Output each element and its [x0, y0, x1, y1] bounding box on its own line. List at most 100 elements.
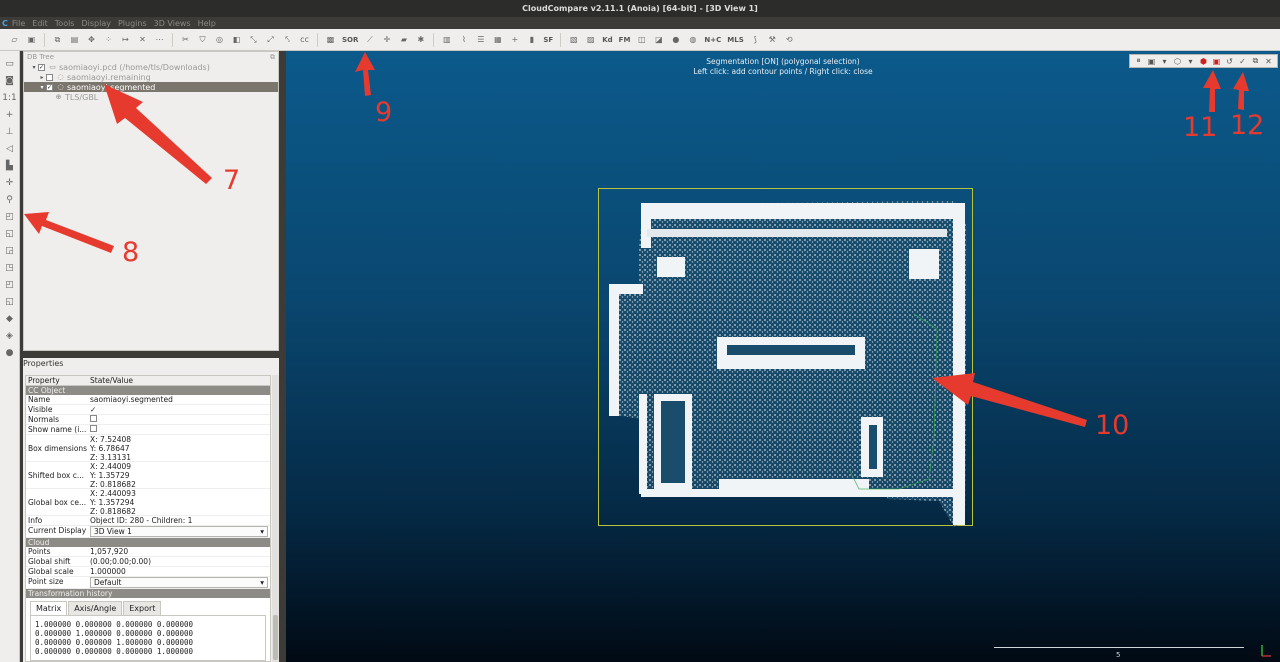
stereo-icon[interactable]: ●	[3, 346, 16, 359]
menu-3d-views[interactable]: 3D Views	[154, 19, 191, 28]
curve-icon[interactable]: ⌇	[457, 33, 470, 46]
grid-icon[interactable]: ▦	[491, 33, 504, 46]
crosshair-icon[interactable]: ✛	[380, 33, 393, 46]
point-cloud[interactable]	[599, 189, 974, 527]
merge-icon[interactable]: ▤	[68, 33, 81, 46]
menu-display[interactable]: Display	[81, 19, 111, 28]
back-view-icon[interactable]: ◳	[3, 261, 16, 274]
layer-icon[interactable]: ◪	[652, 33, 665, 46]
tab-matrix[interactable]: Matrix	[30, 601, 68, 615]
delete-icon[interactable]: ✕	[136, 33, 149, 46]
point-picking-icon[interactable]: ⟋	[363, 33, 376, 46]
scrollbar-thumb[interactable]	[273, 615, 278, 660]
subsample-icon[interactable]: ⁘	[102, 33, 115, 46]
iso1-view-icon[interactable]: ◆	[3, 312, 16, 325]
menu-edit[interactable]: Edit	[32, 19, 48, 28]
fm-button[interactable]: FM	[618, 33, 632, 46]
current-display-select[interactable]: 3D View 1 ▾	[90, 526, 268, 537]
menu-help[interactable]: Help	[198, 19, 216, 28]
sor-filter-button[interactable]: SOR	[341, 33, 359, 46]
load-polyline-icon[interactable]: ▣	[1146, 56, 1157, 67]
translate-icon[interactable]: ✥	[85, 33, 98, 46]
menu-tools[interactable]: Tools	[55, 19, 75, 28]
visibility-checkbox[interactable]	[46, 73, 53, 81]
transformation-matrix[interactable]: 1.000000 0.000000 0.000000 0.000000 0.00…	[30, 615, 266, 661]
zoom-fit-icon[interactable]: ▙	[3, 159, 16, 172]
chevron-right-icon[interactable]: ▸	[38, 74, 46, 81]
segment-icon[interactable]: ✂	[179, 33, 192, 46]
delete-sf-icon[interactable]: ▮	[525, 33, 538, 46]
menu-plugins[interactable]: Plugins	[118, 19, 147, 28]
segment-out-icon[interactable]: ▣	[1211, 56, 1222, 67]
visibility-checkbox[interactable]: ✓	[38, 63, 45, 71]
close-icon[interactable]: ⧉	[270, 52, 275, 62]
dropdown-icon[interactable]: ▾	[1159, 56, 1170, 67]
export-icon[interactable]: ↦	[119, 33, 132, 46]
compare-icon[interactable]: ▧	[567, 33, 580, 46]
tree-item-selected[interactable]: ▾ ✓ ◌ saomiaoyi.segmented	[24, 82, 278, 92]
shield-icon[interactable]: ⛉	[196, 33, 209, 46]
tree-item[interactable]: ▸ ◌ saomiaoyi.remaining	[24, 72, 278, 82]
star-icon[interactable]: ✱	[414, 33, 427, 46]
display-icon[interactable]: ▭	[3, 57, 16, 70]
right-view-icon[interactable]: ◰	[3, 278, 16, 291]
globe-icon[interactable]: ◍	[686, 33, 699, 46]
tool-icon[interactable]: ⚒	[766, 33, 779, 46]
cc-icon[interactable]: cc	[298, 33, 311, 46]
prop-value[interactable]: saomiaoyi.segmented	[88, 395, 270, 404]
graph-icon[interactable]: ⟆	[749, 33, 762, 46]
chevron-down-icon[interactable]: ▾	[38, 84, 46, 91]
visible-checkbox[interactable]: ✓	[88, 405, 270, 414]
checkbox-box[interactable]	[90, 425, 97, 432]
sample-icon[interactable]: ⋯	[153, 33, 166, 46]
checkbox-box[interactable]	[90, 415, 97, 422]
polygon-selection-icon[interactable]: ⬡	[1172, 56, 1183, 67]
zoom-icon[interactable]: ⚲	[3, 193, 16, 206]
scale-one-icon[interactable]: 1:1	[2, 91, 16, 104]
refresh-icon[interactable]: ⟲	[783, 33, 796, 46]
visibility-checkbox[interactable]: ✓	[46, 83, 53, 91]
confirm-icon[interactable]: ✓	[1237, 56, 1248, 67]
box-icon[interactable]: ◧	[230, 33, 243, 46]
tree-item[interactable]: ⊕ TLS/GBL	[24, 92, 278, 102]
segment-in-icon[interactable]: ⬢	[1198, 56, 1209, 67]
tree-item[interactable]: ▾ ✓ ▭ saomiaoyi.pcd (/home/tls/Downloads…	[24, 62, 278, 72]
mls-button[interactable]: MLS	[726, 33, 744, 46]
camera-icon[interactable]: ◙	[3, 74, 16, 87]
iso2-view-icon[interactable]: ◈	[3, 329, 16, 342]
sf-button[interactable]: SF	[542, 33, 554, 46]
confirm-delete-icon[interactable]: ⧉	[1250, 56, 1261, 67]
point-size-select[interactable]: Default ▾	[90, 577, 268, 588]
bottom-view-icon[interactable]: ◱	[3, 295, 16, 308]
left-view-icon[interactable]: ◲	[3, 244, 16, 257]
pivot-icon[interactable]: +	[3, 108, 16, 121]
ball-icon[interactable]: ●	[669, 33, 682, 46]
center-icon[interactable]: ✛	[3, 176, 16, 189]
save-icon[interactable]: ▣	[25, 33, 38, 46]
dropdown-icon[interactable]: ▾	[1185, 56, 1196, 67]
perspective-icon[interactable]: ⊥	[3, 125, 16, 138]
cube-icon[interactable]: ◫	[635, 33, 648, 46]
list-icon[interactable]: ☰	[474, 33, 487, 46]
normals-checkbox[interactable]	[88, 415, 270, 424]
pause-icon[interactable]: ⏸	[1133, 56, 1144, 67]
noise-icon[interactable]: ▩	[324, 33, 337, 46]
distance-icon[interactable]: ▨	[584, 33, 597, 46]
sphere-icon[interactable]: ◎	[213, 33, 226, 46]
add-sf-icon[interactable]: +	[508, 33, 521, 46]
scale-icon[interactable]: ⤢	[264, 33, 277, 46]
chevron-down-icon[interactable]: ▾	[30, 64, 38, 71]
3d-view[interactable]: Segmentation [ON] (polygonal selection) …	[286, 51, 1280, 662]
menu-file[interactable]: File	[12, 19, 25, 28]
histogram-icon[interactable]: ▥	[440, 33, 453, 46]
register-icon[interactable]: ⤣	[281, 33, 294, 46]
cancel-icon[interactable]: ✕	[1263, 56, 1274, 67]
top-view-icon[interactable]: ◰	[3, 210, 16, 223]
kd-button[interactable]: Kd	[601, 33, 613, 46]
front-view-icon[interactable]: ◱	[3, 227, 16, 240]
nc-button[interactable]: N+C	[703, 33, 722, 46]
tab-export[interactable]: Export	[123, 601, 162, 615]
tab-axis-angle[interactable]: Axis/Angle	[68, 601, 123, 615]
clone-icon[interactable]: ⧉	[51, 33, 64, 46]
properties-scrollbar[interactable]	[272, 375, 279, 662]
